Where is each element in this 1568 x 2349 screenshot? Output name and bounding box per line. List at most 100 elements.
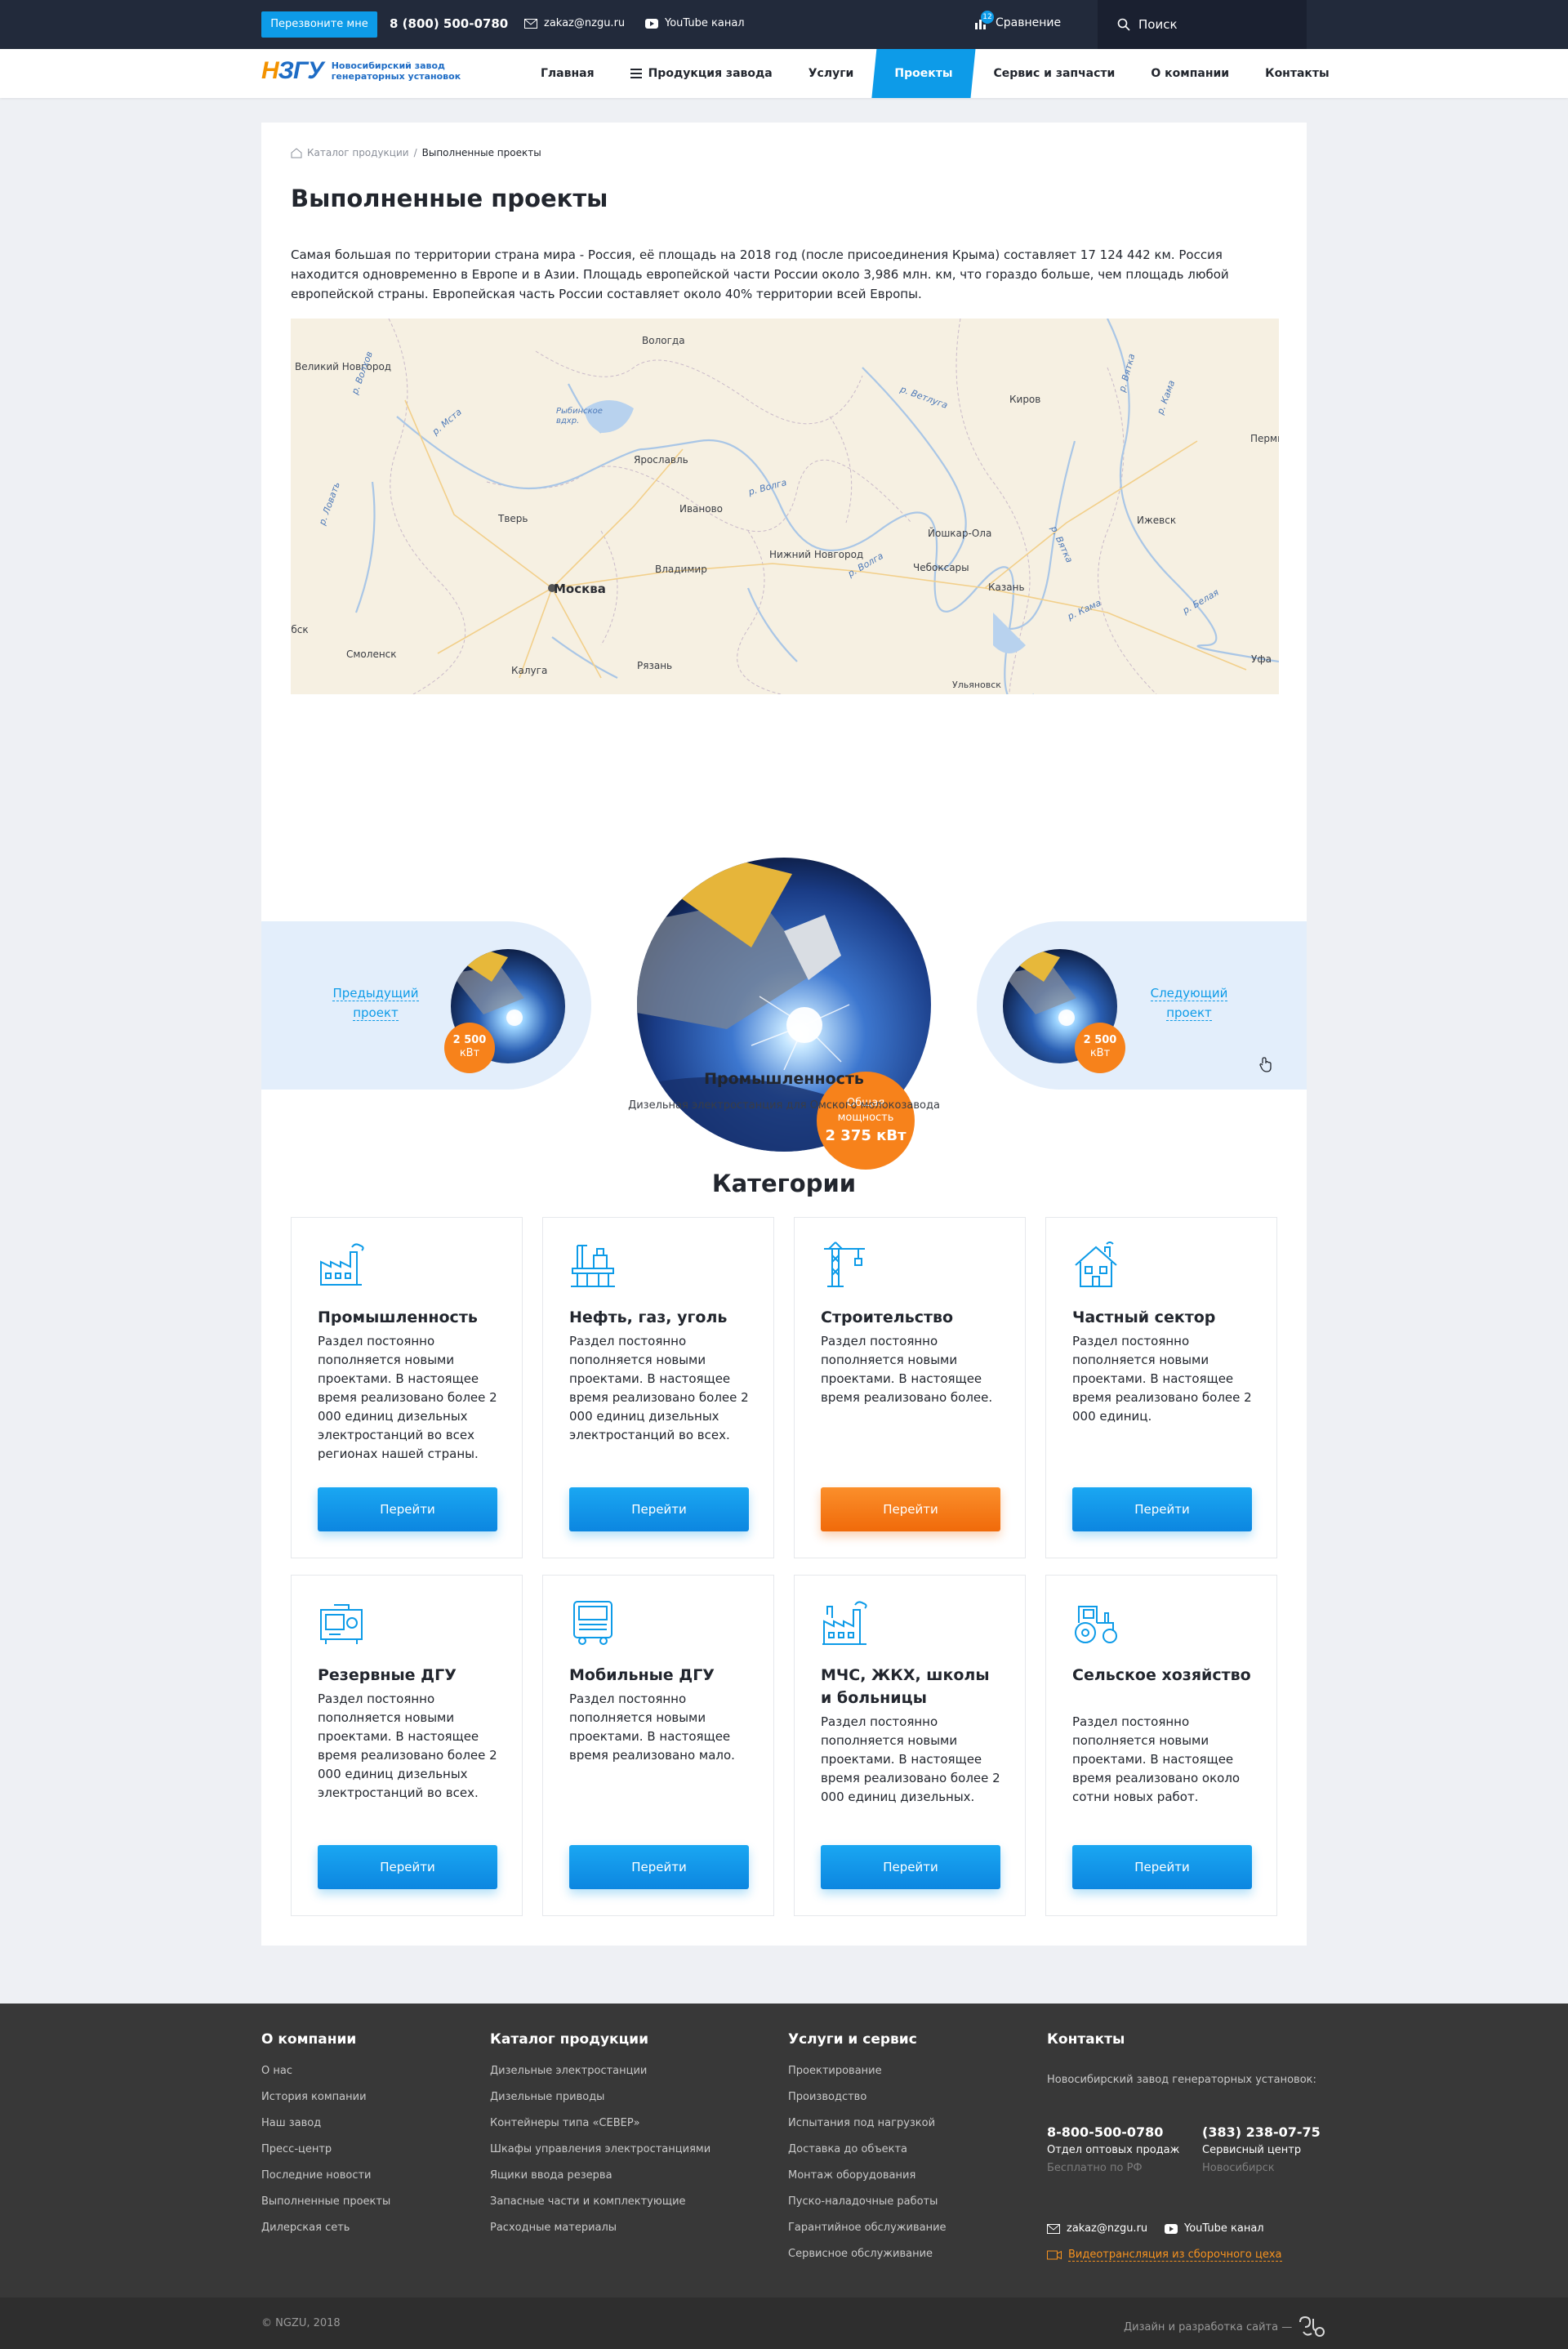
footer-youtube-link[interactable]: YouTube канал xyxy=(1165,2222,1264,2235)
nav-item-services[interactable]: Услуги xyxy=(791,49,872,98)
map-city-label: Иваново xyxy=(679,503,724,515)
category-name: Частный сектор xyxy=(1072,1308,1216,1326)
compare-count-badge: 12 xyxy=(981,11,994,24)
footer-phone-sales[interactable]: 8-800-500-0780 xyxy=(1047,2124,1163,2140)
footer-col-company: О компании О нас История компании Наш за… xyxy=(261,2031,390,2247)
footer-link[interactable]: Монтаж оборудования xyxy=(788,2168,947,2195)
breadcrumb-home[interactable]: Каталог продукции xyxy=(307,147,409,158)
nav-item-home[interactable]: Главная xyxy=(523,49,612,98)
footer: О компании О нас История компании Наш за… xyxy=(0,2004,1568,2298)
footer-email-link[interactable]: zakaz@nzgu.ru xyxy=(1047,2222,1147,2235)
nav-item-products[interactable]: Продукция завода xyxy=(612,49,791,98)
category-desc: Раздел постоянно пополняется новыми прое… xyxy=(1072,1334,1252,1424)
category-go-button[interactable]: Перейти xyxy=(821,1487,1000,1531)
map-city-label: Вологда xyxy=(642,335,685,346)
footer-video-stream-link[interactable]: Видеотрансляция из сборочного цеха xyxy=(1047,2249,1282,2262)
nav-item-contacts[interactable]: Контакты xyxy=(1247,49,1348,98)
category-card: Нефть, газ, уголь Раздел постоянно попол… xyxy=(542,1217,774,1558)
house-icon xyxy=(1075,1241,1117,1287)
main-nav: Главная Продукция завода Услуги Проекты … xyxy=(523,49,1348,98)
footer-link[interactable]: Испытания под нагрузкой xyxy=(788,2116,947,2142)
map-city-label-moscow: Москва xyxy=(554,582,606,596)
category-go-button[interactable]: Перейти xyxy=(318,1845,497,1889)
footer-col-title: Услуги и сервис xyxy=(788,2031,917,2048)
footer-link[interactable]: Дизельные электростанции xyxy=(490,2064,710,2090)
footer-link[interactable]: Выполненные проекты xyxy=(261,2195,390,2221)
search-input[interactable]: Поиск xyxy=(1098,0,1307,49)
footer-col-title: О компании xyxy=(261,2031,357,2048)
category-name: Промышленность xyxy=(318,1308,478,1326)
footer-link[interactable]: Производство xyxy=(788,2090,947,2116)
header-youtube-link[interactable]: YouTube канал xyxy=(645,17,745,29)
nav-item-projects[interactable]: Проекты xyxy=(871,49,975,98)
footer-link[interactable]: Ящики ввода резерва xyxy=(490,2168,710,2195)
footer-link[interactable]: Пуско-наладочные работы xyxy=(788,2195,947,2221)
compare-link[interactable]: 12 Сравнение xyxy=(974,11,1061,29)
copyright: © NGZU, 2018 xyxy=(261,2317,341,2329)
footer-link[interactable]: Дизельные приводы xyxy=(490,2090,710,2116)
truck-icon xyxy=(573,1601,612,1645)
footer-link[interactable]: Доставка до объекта xyxy=(788,2142,947,2168)
category-desc: Раздел постоянно пополняется новыми прое… xyxy=(569,1692,735,1763)
video-camera-icon xyxy=(1047,2250,1062,2260)
footer-link[interactable]: Наш завод xyxy=(261,2116,390,2142)
footer-link[interactable]: История компании xyxy=(261,2090,390,2116)
footer-org-name: Новосибирский завод генераторных установ… xyxy=(1047,2074,1316,2086)
category-card: Промышленность Раздел постоянно пополняе… xyxy=(291,1217,523,1558)
category-go-button[interactable]: Перейти xyxy=(1072,1845,1252,1889)
next-project-link[interactable]: Следующий проект xyxy=(1132,983,1246,1023)
projects-map[interactable]: Вологда Великий Новгород Рыбинское вдхр.… xyxy=(291,319,1279,694)
header-email-link[interactable]: zakaz@nzgu.ru xyxy=(524,17,625,29)
footer-link[interactable]: Запасные части и комплектующие xyxy=(490,2195,710,2221)
map-city-label: Ульяновск xyxy=(952,680,1001,690)
categories-title: Категории xyxy=(711,1170,857,1197)
category-desc: Раздел постоянно пополняется новыми прое… xyxy=(318,1334,497,1461)
category-go-button[interactable]: Перейти xyxy=(318,1487,497,1531)
header-youtube-text: YouTube канал xyxy=(665,17,745,29)
footer-link[interactable]: О нас xyxy=(261,2064,390,2090)
factory-icon xyxy=(320,1243,364,1286)
category-go-button[interactable]: Перейти xyxy=(821,1845,1000,1889)
content-card: Каталог продукции / Выполненные проекты … xyxy=(261,123,1307,1946)
footer-link[interactable]: Расходные материалы xyxy=(490,2221,710,2247)
category-go-button[interactable]: Перейти xyxy=(569,1487,749,1531)
category-desc: Раздел постоянно пополняется новыми прое… xyxy=(821,1714,1000,1804)
map-city-label: Чебоксары xyxy=(913,562,969,573)
developer-credit[interactable]: Дизайн и разработка сайта — xyxy=(1124,2316,1326,2338)
footer-link[interactable]: Дилерская сеть xyxy=(261,2221,390,2247)
footer-link[interactable]: Сервисное обслуживание xyxy=(788,2247,947,2273)
footer-phone-service[interactable]: (383) 238-07-75 xyxy=(1202,2124,1321,2140)
category-go-button[interactable]: Перейти xyxy=(1072,1487,1252,1531)
footer-link[interactable]: Шкафы управления электростанциями xyxy=(490,2142,710,2168)
youtube-icon xyxy=(1165,2223,1178,2234)
footer-phone-service-label: Сервисный центр xyxy=(1202,2144,1302,2156)
footer-link[interactable]: Пресс-центр xyxy=(261,2142,390,2168)
category-card: Частный сектор Раздел постоянно пополняе… xyxy=(1045,1217,1277,1558)
header-phone[interactable]: 8 (800) 500-0780 xyxy=(390,16,508,31)
category-desc: Раздел постоянно пополняется новыми прое… xyxy=(1072,1714,1241,1804)
category-card: Резервные ДГУ Раздел постоянно пополняет… xyxy=(291,1575,523,1916)
home-icon[interactable] xyxy=(291,147,302,158)
footer-phone-sales-note: Бесплатно по РФ xyxy=(1047,2162,1143,2174)
logo[interactable]: НЗГУ Новосибирский завод генераторных ус… xyxy=(261,57,461,85)
map-reservoir-label: Рыбинское вдхр. xyxy=(556,407,603,426)
header-email-text: zakaz@nzgu.ru xyxy=(544,17,626,29)
menu-icon xyxy=(630,69,642,78)
oil-rig-icon xyxy=(571,1245,615,1287)
footer-link[interactable]: Гарантийное обслуживание xyxy=(788,2221,947,2247)
footer-link[interactable]: Последние новости xyxy=(261,2168,390,2195)
category-name: Сельское хозяйство xyxy=(1072,1666,1251,1684)
nav-item-about[interactable]: О компании xyxy=(1133,49,1247,98)
prev-project-link[interactable]: Предыдущий проект xyxy=(318,983,433,1023)
breadcrumb: Каталог продукции / Выполненные проекты xyxy=(291,147,541,158)
map-city-label: Калуга xyxy=(511,665,548,676)
category-desc: Раздел постоянно пополняется новыми прое… xyxy=(821,1334,993,1405)
category-go-button[interactable]: Перейти xyxy=(569,1845,749,1889)
footer-link[interactable]: Проектирование xyxy=(788,2064,947,2090)
map-city-label: Ижевск xyxy=(1137,515,1177,526)
nav-item-service-parts[interactable]: Сервис и запчасти xyxy=(976,49,1134,98)
footer-bottom-bar: © NGZU, 2018 Дизайн и разработка сайта — xyxy=(0,2298,1568,2349)
map-city-label: Великий Новгород xyxy=(295,361,392,372)
callback-button[interactable]: Перезвоните мне xyxy=(261,11,377,38)
footer-link[interactable]: Контейнеры типа «СЕВЕР» xyxy=(490,2116,710,2142)
